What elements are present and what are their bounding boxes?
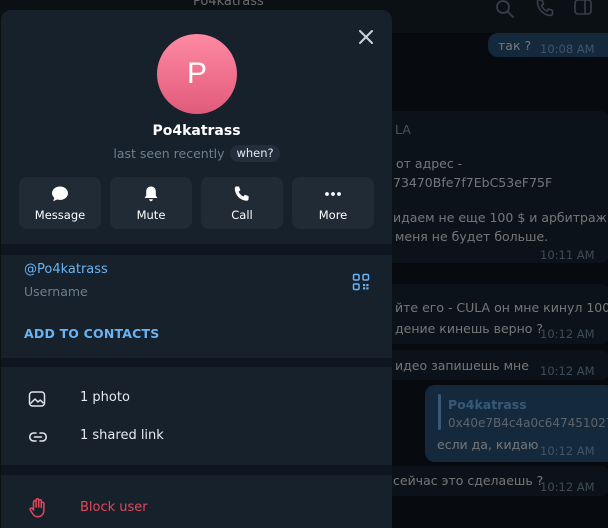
close-icon[interactable] (355, 26, 377, 48)
block-user-label: Block user (80, 500, 148, 515)
hand-stop-icon (29, 498, 45, 518)
more-dots-icon (325, 192, 341, 196)
profile-actions: Message Mute Call More (19, 177, 375, 229)
avatar[interactable]: P (157, 34, 237, 114)
last-seen-status: last seen recently (113, 146, 225, 161)
user-info-modal: P Po4katrass last seen recently when? Me… (1, 10, 392, 528)
when-button[interactable]: when? (230, 145, 280, 162)
more-button[interactable]: More (292, 177, 374, 229)
section-divider (1, 244, 392, 255)
add-to-contacts-button[interactable]: ADD TO CONTACTS (24, 326, 159, 341)
mute-button[interactable]: Mute (110, 177, 192, 229)
bell-icon (144, 186, 158, 202)
shared-links-label: 1 shared link (80, 428, 164, 443)
username-value[interactable]: @Po4katrass (24, 262, 108, 277)
section-divider (1, 358, 392, 367)
photo-icon (28, 391, 46, 407)
shared-photos-label: 1 photo (80, 390, 130, 405)
link-icon (28, 432, 48, 442)
phone-icon (234, 186, 249, 201)
username-caption: Username (24, 284, 88, 299)
mute-label: Mute (136, 208, 166, 222)
block-user-row[interactable]: Block user (1, 492, 392, 528)
shared-photos-row[interactable]: 1 photo (1, 381, 392, 417)
avatar-initial: P (186, 57, 207, 90)
section-divider (1, 465, 392, 475)
more-label: More (318, 208, 348, 222)
qr-code-icon[interactable] (352, 273, 370, 291)
shared-links-row[interactable]: 1 shared link (1, 419, 392, 455)
call-button[interactable]: Call (201, 177, 283, 229)
message-button[interactable]: Message (19, 177, 101, 229)
call-label: Call (231, 208, 253, 222)
profile-name: Po4katrass (152, 123, 241, 139)
last-seen-row: last seen recently when? (1, 145, 392, 162)
chat-bubble-icon (52, 186, 68, 202)
message-label: Message (34, 208, 86, 222)
